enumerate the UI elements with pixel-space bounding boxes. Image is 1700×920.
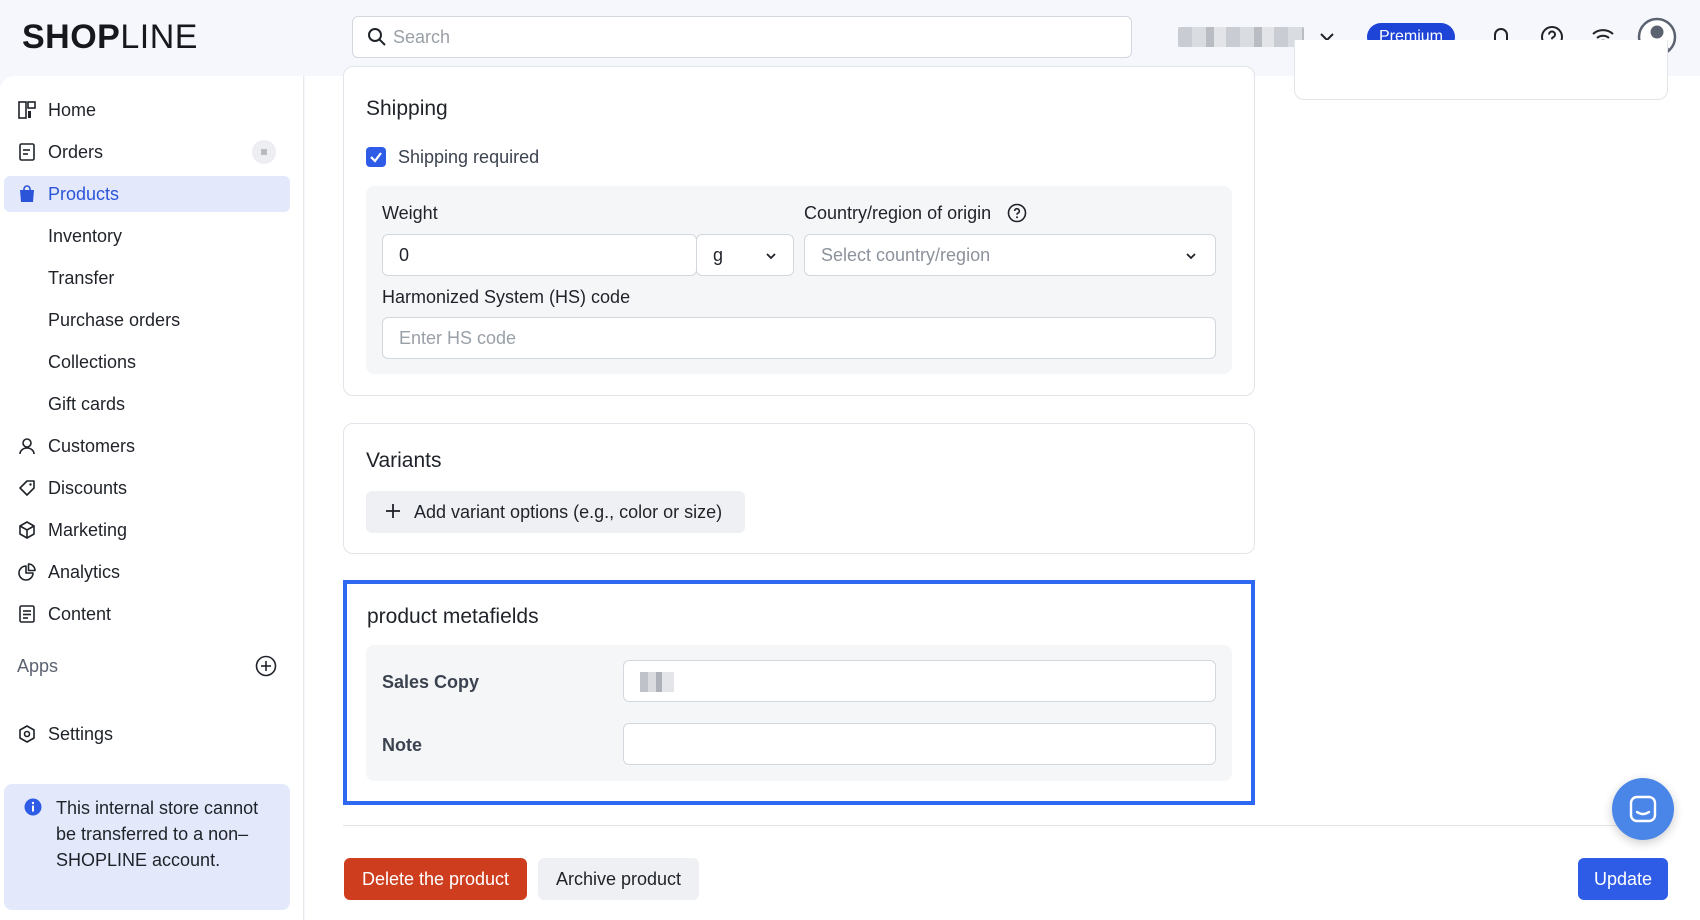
country-region-select[interactable]: Select country/region bbox=[804, 234, 1216, 276]
weight-unit-value: g bbox=[713, 245, 724, 265]
apps-section-label: Apps bbox=[17, 656, 59, 676]
note-input[interactable] bbox=[623, 723, 1216, 765]
shipping-required-label: Shipping required bbox=[398, 147, 540, 167]
plus-icon bbox=[386, 504, 400, 518]
sidebar-item-label: Products bbox=[48, 183, 120, 204]
checkmark-icon bbox=[370, 152, 382, 163]
sidebar-item-marketing[interactable]: Marketing bbox=[4, 512, 290, 548]
sidebar-item-discounts[interactable]: Discounts bbox=[4, 470, 290, 506]
sidebar-item-content[interactable]: Content bbox=[4, 596, 290, 632]
search-input[interactable] bbox=[393, 23, 1113, 51]
sidebar-item-label: Customers bbox=[48, 435, 136, 456]
origin-label: Country/region of origin bbox=[804, 203, 992, 223]
country-region-placeholder: Select country/region bbox=[821, 245, 991, 265]
shipping-required-checkbox[interactable] bbox=[366, 147, 386, 167]
add-app-icon[interactable] bbox=[255, 655, 277, 677]
dashboard-icon bbox=[18, 101, 36, 119]
sidebar-item-label: Gift cards bbox=[48, 393, 126, 414]
sidebar-item-label: Marketing bbox=[48, 519, 128, 540]
sidebar-item-gift-cards[interactable]: Gift cards bbox=[4, 386, 290, 422]
sidebar-item-home[interactable]: Home bbox=[4, 92, 290, 128]
store-transfer-notice: This internal store cannot be transferre… bbox=[4, 784, 290, 910]
add-variant-options-button[interactable]: Add variant options (e.g., color or size… bbox=[366, 491, 745, 533]
sidebar-item-label: Collections bbox=[48, 351, 137, 372]
sidebar-item-label: Analytics bbox=[48, 561, 121, 582]
chevron-down-icon bbox=[766, 253, 776, 260]
sales-copy-value-blurred bbox=[640, 672, 674, 692]
orders-count-badge-blurred bbox=[252, 140, 276, 164]
hs-code-label: Harmonized System (HS) code bbox=[382, 287, 631, 307]
note-label: Note bbox=[382, 735, 422, 755]
sidebar-item-label: Orders bbox=[48, 141, 104, 162]
variants-title: Variants bbox=[366, 449, 442, 472]
update-button[interactable]: Update bbox=[1578, 858, 1668, 900]
help-icon[interactable] bbox=[1007, 203, 1027, 223]
gear-icon bbox=[19, 725, 35, 743]
sales-copy-label: Sales Copy bbox=[382, 672, 480, 692]
sidebar-item-label: Transfer bbox=[48, 267, 115, 288]
tag-icon bbox=[19, 480, 35, 496]
store-name-blurred[interactable] bbox=[1178, 27, 1304, 47]
cube-icon bbox=[19, 521, 35, 539]
chat-support-button[interactable] bbox=[1612, 778, 1674, 840]
sidebar-item-label: Discounts bbox=[48, 477, 128, 498]
sidebar-item-customers[interactable]: Customers bbox=[4, 428, 290, 464]
sidebar-item-label: Settings bbox=[48, 723, 114, 744]
add-variant-label: Add variant options (e.g., color or size… bbox=[414, 502, 723, 522]
weight-input[interactable] bbox=[382, 234, 697, 276]
search-icon bbox=[368, 28, 386, 46]
search-bar[interactable] bbox=[352, 16, 1132, 58]
sidebar-item-label: Content bbox=[48, 603, 112, 624]
sidebar-item-settings[interactable]: Settings bbox=[4, 716, 290, 752]
chat-icon bbox=[1629, 795, 1657, 823]
metafields-title: product metafields bbox=[367, 605, 539, 628]
person-icon bbox=[19, 438, 35, 455]
sidebar-item-orders[interactable]: Orders bbox=[4, 134, 290, 170]
sidebar-item-products[interactable]: Products bbox=[4, 176, 290, 212]
sidebar-item-collections[interactable]: Collections bbox=[4, 344, 290, 380]
hs-code-input[interactable] bbox=[382, 317, 1216, 359]
sidebar-item-purchase-orders[interactable]: Purchase orders bbox=[4, 302, 290, 338]
sales-copy-input[interactable] bbox=[623, 660, 1216, 702]
sidebar-item-transfer[interactable]: Transfer bbox=[4, 260, 290, 296]
info-icon bbox=[24, 798, 42, 816]
delete-product-button[interactable]: Delete the product bbox=[344, 858, 527, 900]
sidebar: Home Orders Products Inventory Transfer … bbox=[0, 76, 304, 920]
sidebar-item-analytics[interactable]: Analytics bbox=[4, 554, 290, 590]
variants-card: Variants bbox=[343, 423, 1255, 554]
pie-chart-icon bbox=[18, 563, 36, 581]
sidebar-item-label: Inventory bbox=[48, 225, 123, 246]
notice-text: This internal store cannot be transferre… bbox=[56, 798, 259, 870]
sidebar-item-inventory[interactable]: Inventory bbox=[4, 218, 290, 254]
orders-icon bbox=[19, 143, 35, 161]
weight-unit-select[interactable]: g bbox=[696, 234, 794, 276]
shopping-bag-icon bbox=[20, 185, 34, 202]
chevron-down-icon bbox=[1186, 253, 1196, 260]
footer-divider bbox=[343, 825, 1668, 826]
side-card-partial bbox=[1294, 40, 1668, 100]
shopline-logo[interactable]: SHOPLINE bbox=[22, 18, 198, 57]
weight-label: Weight bbox=[382, 203, 438, 223]
archive-product-button[interactable]: Archive product bbox=[538, 858, 699, 900]
shipping-title: Shipping bbox=[366, 97, 448, 120]
document-icon bbox=[19, 605, 35, 623]
sidebar-item-label: Purchase orders bbox=[48, 309, 181, 330]
sidebar-item-label: Home bbox=[48, 99, 97, 120]
